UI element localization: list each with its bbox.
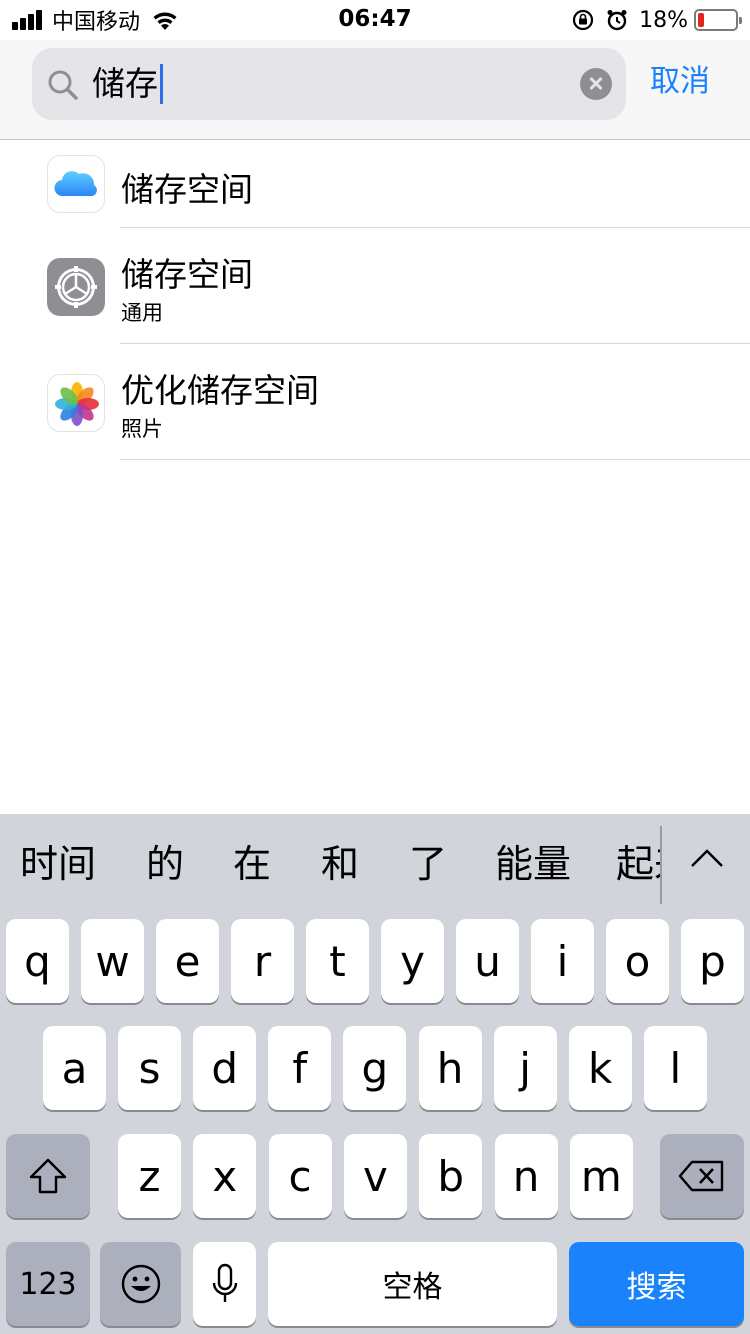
search-field[interactable]: 储存 — [32, 48, 626, 120]
candidate-word[interactable]: 了 — [409, 840, 447, 888]
candidate-list: 时间 的 在 和 了 能量 起来 — [0, 814, 662, 910]
search-input-value: 储存 — [92, 64, 158, 103]
key-f[interactable]: f — [268, 1026, 332, 1110]
key-a[interactable]: a — [43, 1026, 106, 1110]
emoji-icon — [121, 1264, 160, 1304]
result-title: 储存空间 — [121, 170, 253, 209]
candidate-word[interactable]: 的 — [146, 840, 184, 888]
result-subtitle: 照片 — [121, 417, 163, 441]
keyboard: 时间 的 在 和 了 能量 起来 qwertyuiop asdfghjkl zx… — [0, 814, 750, 1334]
battery-level-fill — [698, 13, 704, 27]
result-title: 储存空间 — [121, 255, 253, 294]
key-k[interactable]: k — [568, 1026, 632, 1110]
result-subtitle: 通用 — [121, 301, 163, 325]
battery-icon — [694, 9, 742, 31]
key-e[interactable]: e — [156, 919, 219, 1003]
search-results: 储存空间 储存空间 通用 优化储存空间 照片 — [0, 141, 750, 460]
result-item-optimize-storage[interactable]: 优化储存空间 照片 — [0, 344, 750, 460]
key-v[interactable]: v — [343, 1134, 407, 1218]
rotation-lock-icon — [572, 9, 594, 31]
key-t[interactable]: t — [306, 919, 369, 1003]
key-c[interactable]: c — [268, 1134, 332, 1218]
space-key[interactable]: 空格 — [268, 1242, 557, 1326]
key-n[interactable]: n — [494, 1134, 558, 1218]
alarm-icon — [607, 10, 627, 31]
result-title: 优化储存空间 — [121, 371, 319, 410]
candidate-word[interactable]: 起来 — [616, 840, 662, 888]
cancel-button[interactable]: 取消 — [650, 60, 710, 104]
photos-icon — [47, 374, 105, 432]
key-r[interactable]: r — [231, 919, 294, 1003]
status-right: 18% — [571, 6, 742, 34]
search-input[interactable]: 储存 — [92, 60, 163, 108]
key-q[interactable]: q — [6, 919, 69, 1003]
emoji-key[interactable] — [100, 1242, 181, 1326]
key-w[interactable]: w — [81, 919, 144, 1003]
key-g[interactable]: g — [343, 1026, 407, 1110]
key-o[interactable]: o — [606, 919, 669, 1003]
candidate-word[interactable]: 能量 — [495, 840, 571, 888]
search-header: 储存 取消 — [0, 40, 750, 140]
key-p[interactable]: p — [681, 919, 744, 1003]
search-key[interactable]: 搜索 — [569, 1242, 744, 1326]
shift-arrow-icon — [29, 1158, 67, 1194]
dictation-key[interactable] — [193, 1242, 256, 1326]
key-h[interactable]: h — [418, 1026, 482, 1110]
battery-percent: 18% — [639, 7, 688, 33]
row-divider — [120, 459, 750, 460]
settings-gear-icon — [47, 258, 105, 316]
icloud-icon — [47, 155, 105, 213]
microphone-icon — [212, 1263, 237, 1302]
key-m[interactable]: m — [569, 1134, 633, 1218]
key-l[interactable]: l — [643, 1026, 707, 1110]
text-caret — [160, 64, 163, 104]
key-d[interactable]: d — [193, 1026, 257, 1110]
candidate-word[interactable]: 和 — [321, 840, 359, 888]
shift-key[interactable] — [6, 1134, 90, 1218]
chevron-up-icon[interactable] — [690, 846, 724, 870]
result-item-icloud-storage[interactable]: 储存空间 — [0, 141, 750, 228]
key-u[interactable]: u — [456, 919, 519, 1003]
numbers-key[interactable]: 123 — [6, 1242, 90, 1326]
key-y[interactable]: y — [381, 919, 444, 1003]
search-icon — [48, 70, 78, 100]
candidate-divider — [660, 826, 662, 904]
delete-key[interactable] — [660, 1134, 744, 1218]
backspace-icon — [678, 1160, 724, 1192]
candidate-word[interactable]: 在 — [233, 840, 271, 888]
result-item-general-storage[interactable]: 储存空间 通用 — [0, 228, 750, 344]
key-j[interactable]: j — [493, 1026, 557, 1110]
candidate-word[interactable]: 时间 — [20, 840, 96, 888]
status-bar: 中国移动 06:47 18% — [0, 0, 750, 40]
key-b[interactable]: b — [419, 1134, 483, 1218]
clear-text-icon[interactable] — [580, 68, 612, 100]
key-z[interactable]: z — [118, 1134, 181, 1218]
key-x[interactable]: x — [193, 1134, 257, 1218]
key-i[interactable]: i — [531, 919, 594, 1003]
key-s[interactable]: s — [118, 1026, 182, 1110]
candidate-bar: 时间 的 在 和 了 能量 起来 — [0, 814, 750, 910]
